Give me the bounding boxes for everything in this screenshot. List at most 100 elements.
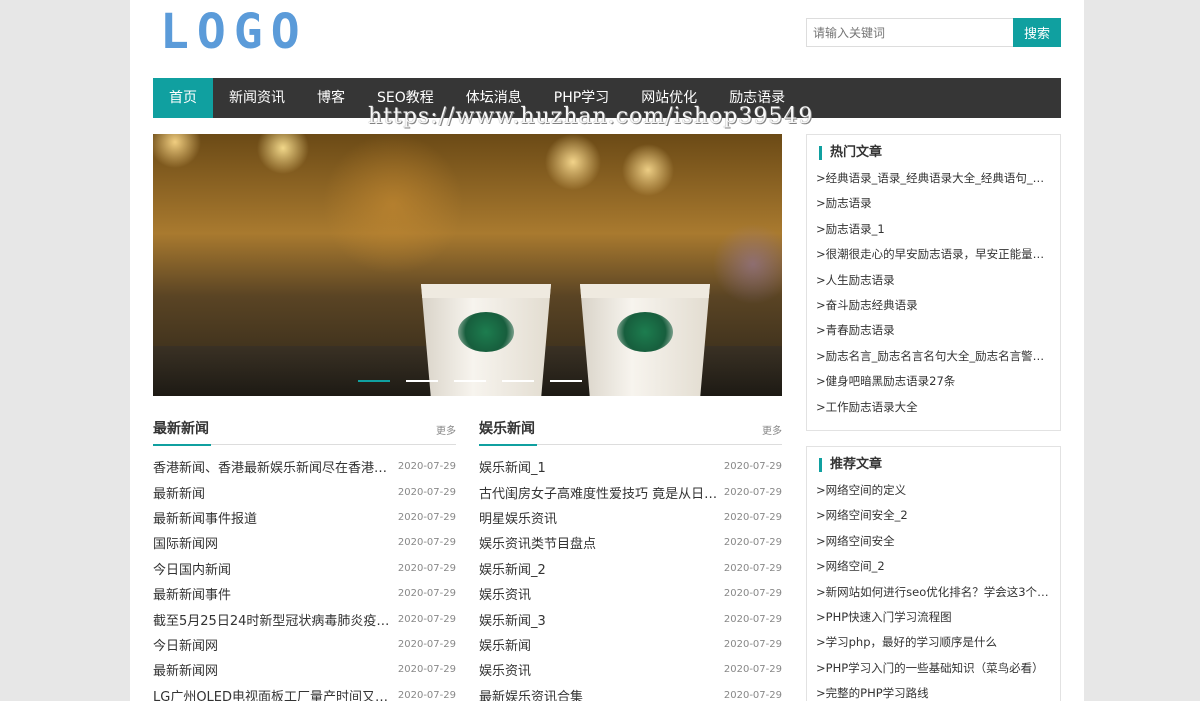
article-link[interactable]: >网络空间的定义	[816, 478, 1050, 503]
article-list: >经典语录_语录_经典语录大全_经典语句_经... >励志语录 >励志语录_1 >很潮…	[807, 166, 1060, 420]
search-bar: 搜索	[806, 18, 1061, 47]
list-item[interactable]: 国际新闻网 2020-07-29	[153, 530, 456, 555]
nav-item-home[interactable]: 首页	[153, 78, 213, 118]
article-link[interactable]: >网络空间_2	[816, 554, 1050, 579]
section-title: 娱乐新闻	[479, 419, 537, 446]
article-date: 2020-07-29	[723, 613, 782, 625]
list-item[interactable]: 最新娱乐资讯合集 2020-07-29	[479, 683, 782, 701]
list-item[interactable]: 今日新闻网 2020-07-29	[153, 632, 456, 657]
slider-dot[interactable]	[550, 380, 582, 382]
article-link[interactable]: >励志语录_1	[816, 217, 1050, 242]
more-link[interactable]: 更多	[762, 422, 782, 437]
article-title-link[interactable]: 古代闺房女子高难度性爱技巧 竟是从日本...	[479, 483, 721, 502]
slider-dot[interactable]	[454, 380, 486, 382]
article-link[interactable]: >完整的PHP学习路线	[816, 681, 1050, 701]
article-date: 2020-07-29	[397, 689, 456, 701]
article-title-link[interactable]: 香港新闻、香港最新娱乐新闻尽在香港新...	[153, 457, 395, 476]
article-date: 2020-07-29	[723, 588, 782, 600]
news-list: 香港新闻、香港最新娱乐新闻尽在香港新... 2020-07-29 最新新闻 2020-…	[153, 454, 456, 701]
article-title-link[interactable]: 今日新闻网	[153, 635, 218, 654]
article-link[interactable]: >励志名言_励志名言名句大全_励志名言警句_...	[816, 344, 1050, 369]
article-link[interactable]: >新网站如何进行seo优化排名？学会这3个方...	[816, 580, 1050, 605]
article-title-link[interactable]: 国际新闻网	[153, 533, 218, 552]
article-link[interactable]: >工作励志语录大全	[816, 395, 1050, 420]
article-title-link[interactable]: 最新新闻事件报道	[153, 508, 257, 527]
list-item[interactable]: 最新新闻 2020-07-29	[153, 479, 456, 504]
article-title-link[interactable]: 最新娱乐资讯合集	[479, 686, 583, 701]
more-link[interactable]: 更多	[436, 422, 456, 437]
nav-item-php[interactable]: PHP学习	[538, 78, 625, 118]
slider-dot[interactable]	[406, 380, 438, 382]
article-title-link[interactable]: 娱乐新闻_3	[479, 610, 546, 629]
article-title-link[interactable]: 娱乐资讯	[479, 660, 531, 679]
section-header: 娱乐新闻 更多	[479, 418, 782, 446]
cup-logo	[458, 312, 514, 352]
article-link[interactable]: >学习php，最好的学习顺序是什么	[816, 630, 1050, 655]
article-link[interactable]: >网络空间安全	[816, 529, 1050, 554]
article-link[interactable]: >PHP快速入门学习流程图	[816, 605, 1050, 630]
nav-item-optimize[interactable]: 网站优化	[625, 78, 713, 118]
article-title-link[interactable]: 明星娱乐资讯	[479, 508, 557, 527]
search-button[interactable]: 搜索	[1013, 18, 1061, 47]
list-item[interactable]: 截至5月25日24时新型冠状病毒肺炎疫情... 2020-07-29	[153, 606, 456, 631]
article-link[interactable]: >青春励志语录	[816, 318, 1050, 343]
article-link[interactable]: >人生励志语录	[816, 268, 1050, 293]
article-title-link[interactable]: 截至5月25日24时新型冠状病毒肺炎疫情...	[153, 610, 395, 629]
cup-lid	[580, 284, 710, 298]
article-date: 2020-07-29	[397, 664, 456, 676]
article-link[interactable]: >网络空间安全_2	[816, 503, 1050, 528]
article-title-link[interactable]: 娱乐资讯类节目盘点	[479, 533, 596, 552]
article-link[interactable]: >励志语录	[816, 191, 1050, 216]
article-title-link[interactable]: 娱乐资讯	[479, 584, 531, 603]
article-date: 2020-07-29	[723, 511, 782, 523]
nav-item-quotes[interactable]: 励志语录	[713, 78, 801, 118]
article-title-link[interactable]: 娱乐新闻_1	[479, 457, 546, 476]
article-date: 2020-07-29	[397, 511, 456, 523]
list-item[interactable]: 最新新闻事件 2020-07-29	[153, 581, 456, 606]
article-date: 2020-07-29	[397, 638, 456, 650]
article-link[interactable]: >奋斗励志经典语录	[816, 293, 1050, 318]
list-item[interactable]: 娱乐资讯 2020-07-29	[479, 581, 782, 606]
article-link[interactable]: >PHP学习入门的一些基础知识（菜鸟必看）	[816, 656, 1050, 681]
nav-item-blog[interactable]: 博客	[301, 78, 361, 118]
article-title-link[interactable]: 最新新闻	[153, 483, 205, 502]
banner-slider[interactable]	[153, 134, 782, 396]
article-title-link[interactable]: 最新新闻网	[153, 660, 218, 679]
nav-item-news[interactable]: 新闻资讯	[213, 78, 301, 118]
list-item[interactable]: 娱乐新闻_2 2020-07-29	[479, 556, 782, 581]
article-date: 2020-07-29	[723, 689, 782, 701]
list-item[interactable]: 香港新闻、香港最新娱乐新闻尽在香港新... 2020-07-29	[153, 454, 456, 479]
article-title-link[interactable]: 今日国内新闻	[153, 559, 231, 578]
list-item[interactable]: 娱乐资讯 2020-07-29	[479, 657, 782, 682]
article-title-link[interactable]: 娱乐新闻	[479, 635, 531, 654]
article-date: 2020-07-29	[723, 638, 782, 650]
slider-dot[interactable]	[502, 380, 534, 382]
list-item[interactable]: 最新新闻网 2020-07-29	[153, 657, 456, 682]
article-date: 2020-07-29	[397, 562, 456, 574]
list-item[interactable]: 古代闺房女子高难度性爱技巧 竟是从日本... 2020-07-29	[479, 479, 782, 504]
slider-indicators	[358, 380, 582, 382]
list-item[interactable]: 娱乐新闻_3 2020-07-29	[479, 606, 782, 631]
list-item[interactable]: 娱乐新闻_1 2020-07-29	[479, 454, 782, 479]
article-link[interactable]: >健身吧暗黑励志语录27条	[816, 369, 1050, 394]
site-logo[interactable]: LOGO	[160, 4, 308, 60]
article-title-link[interactable]: 娱乐新闻_2	[479, 559, 546, 578]
article-title-link[interactable]: LG广州OLED电视面板工厂量产时间又延...	[153, 686, 395, 701]
list-item[interactable]: 娱乐新闻 2020-07-29	[479, 632, 782, 657]
article-date: 2020-07-29	[723, 486, 782, 498]
list-item[interactable]: 最新新闻事件报道 2020-07-29	[153, 505, 456, 530]
list-item[interactable]: 明星娱乐资讯 2020-07-29	[479, 505, 782, 530]
list-item[interactable]: LG广州OLED电视面板工厂量产时间又延... 2020-07-29	[153, 683, 456, 701]
nav-item-sports[interactable]: 体坛消息	[450, 78, 538, 118]
main-nav: 首页 新闻资讯 博客 SEO教程 体坛消息 PHP学习 网站优化 励志语录	[153, 78, 1061, 118]
article-title-link[interactable]: 最新新闻事件	[153, 584, 231, 603]
search-input[interactable]	[806, 18, 1013, 47]
news-list: 娱乐新闻_1 2020-07-29 古代闺房女子高难度性爱技巧 竟是从日本... 20…	[479, 454, 782, 701]
article-date: 2020-07-29	[397, 461, 456, 473]
list-item[interactable]: 今日国内新闻 2020-07-29	[153, 556, 456, 581]
list-item[interactable]: 娱乐资讯类节目盘点 2020-07-29	[479, 530, 782, 555]
article-link[interactable]: >很潮很走心的早安励志语录，早安正能量满...	[816, 242, 1050, 267]
slider-dot[interactable]	[358, 380, 390, 382]
article-link[interactable]: >经典语录_语录_经典语录大全_经典语句_经...	[816, 166, 1050, 191]
nav-item-seo[interactable]: SEO教程	[361, 78, 450, 118]
